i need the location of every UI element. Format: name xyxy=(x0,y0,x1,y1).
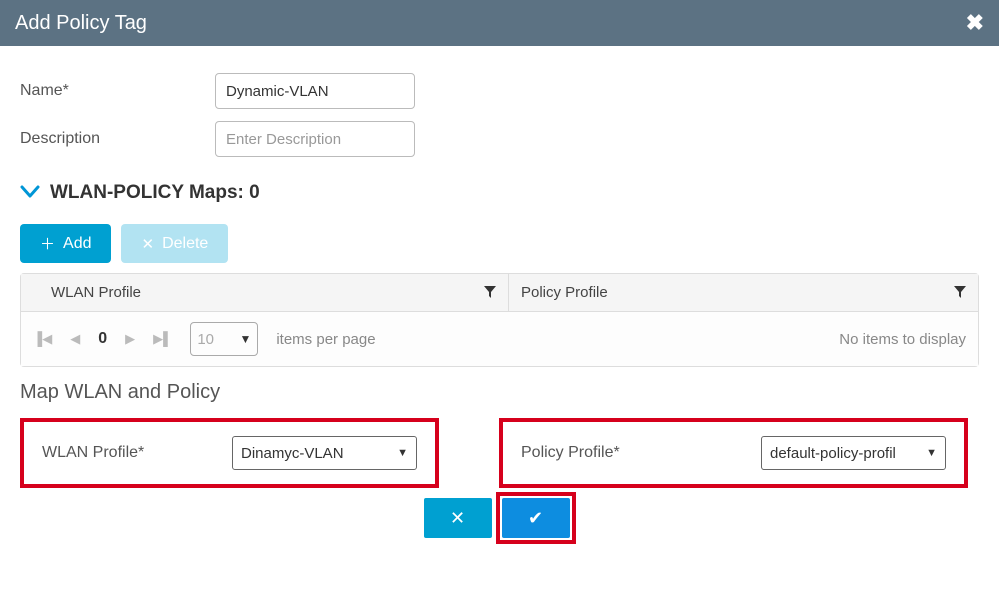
prev-page-icon[interactable]: ◀ xyxy=(70,331,80,347)
filter-icon[interactable] xyxy=(484,285,496,301)
map-row: WLAN Profile* Dinamyc-VLAN ▼ Policy Prof… xyxy=(20,418,979,488)
maps-count: 0 xyxy=(249,182,260,204)
table-header: WLAN Profile Policy Profile xyxy=(21,274,978,312)
dialog-header: Add Policy Tag ✖ xyxy=(0,0,999,46)
first-page-icon[interactable]: ▐◀ xyxy=(33,331,52,347)
name-label: Name* xyxy=(20,82,215,100)
policy-profile-group: Policy Profile* default-policy-profil ▼ xyxy=(499,418,968,488)
col-wlan-profile[interactable]: WLAN Profile xyxy=(21,274,509,311)
dialog-title: Add Policy Tag xyxy=(15,12,147,35)
x-icon: ✕ xyxy=(450,508,465,529)
filter-icon[interactable] xyxy=(954,285,966,301)
confirm-highlight: ✔ xyxy=(496,492,576,544)
description-input[interactable] xyxy=(215,121,415,157)
wlan-policy-maps-section[interactable]: WLAN-POLICY Maps: 0 xyxy=(20,182,979,204)
next-page-icon[interactable]: ▶ xyxy=(125,331,135,347)
delete-button[interactable]: ✕ Delete xyxy=(121,224,228,263)
current-page: 0 xyxy=(98,330,107,348)
items-per-page-label: items per page xyxy=(276,331,375,348)
pager: ▐◀ ◀ 0 ▶ ▶▌ 10 ▼ items per page xyxy=(33,322,376,356)
add-label: Add xyxy=(63,235,91,253)
map-title: Map WLAN and Policy xyxy=(20,381,979,404)
wlan-profile-select[interactable]: Dinamyc-VLAN ▼ xyxy=(232,436,417,470)
policy-profile-label: Policy Profile* xyxy=(521,444,761,462)
cancel-button[interactable]: ✕ xyxy=(424,498,492,538)
confirm-row: ✕ ✔ xyxy=(20,492,979,544)
delete-label: Delete xyxy=(162,235,208,253)
col-wlan-label: WLAN Profile xyxy=(51,284,141,301)
no-items-label: No items to display xyxy=(839,331,966,348)
chevron-down-icon xyxy=(20,183,40,204)
caret-down-icon: ▼ xyxy=(239,332,251,346)
page-size-select[interactable]: 10 ▼ xyxy=(190,322,258,356)
dialog-content: Name* Description WLAN-POLICY Maps: 0 ＋ … xyxy=(0,46,999,559)
policy-profile-value: default-policy-profil xyxy=(770,445,896,462)
wlan-profile-value: Dinamyc-VLAN xyxy=(241,445,344,462)
col-policy-profile[interactable]: Policy Profile xyxy=(509,274,978,311)
add-button[interactable]: ＋ Add xyxy=(20,224,111,263)
description-label: Description xyxy=(20,130,215,148)
col-policy-label: Policy Profile xyxy=(521,284,608,301)
name-row: Name* xyxy=(20,73,979,109)
name-input[interactable] xyxy=(215,73,415,109)
wlan-profile-label: WLAN Profile* xyxy=(42,444,232,462)
section-title-text: WLAN-POLICY Maps: xyxy=(50,182,244,204)
caret-down-icon: ▼ xyxy=(926,447,937,459)
description-row: Description xyxy=(20,121,979,157)
plus-icon: ＋ xyxy=(40,233,55,254)
confirm-button[interactable]: ✔ xyxy=(502,498,570,538)
x-icon: ✕ xyxy=(141,235,154,253)
page-size-value: 10 xyxy=(197,331,214,348)
policy-profile-select[interactable]: default-policy-profil ▼ xyxy=(761,436,946,470)
action-buttons: ＋ Add ✕ Delete xyxy=(20,224,979,263)
wlan-profile-group: WLAN Profile* Dinamyc-VLAN ▼ xyxy=(20,418,439,488)
table-footer: ▐◀ ◀ 0 ▶ ▶▌ 10 ▼ items per page No items… xyxy=(21,312,978,366)
maps-table: WLAN Profile Policy Profile ▐◀ ◀ 0 ▶ ▶▌ xyxy=(20,273,979,367)
caret-down-icon: ▼ xyxy=(397,447,408,459)
close-icon[interactable]: ✖ xyxy=(966,10,984,36)
last-page-icon[interactable]: ▶▌ xyxy=(153,331,172,347)
check-icon: ✔ xyxy=(528,508,543,529)
